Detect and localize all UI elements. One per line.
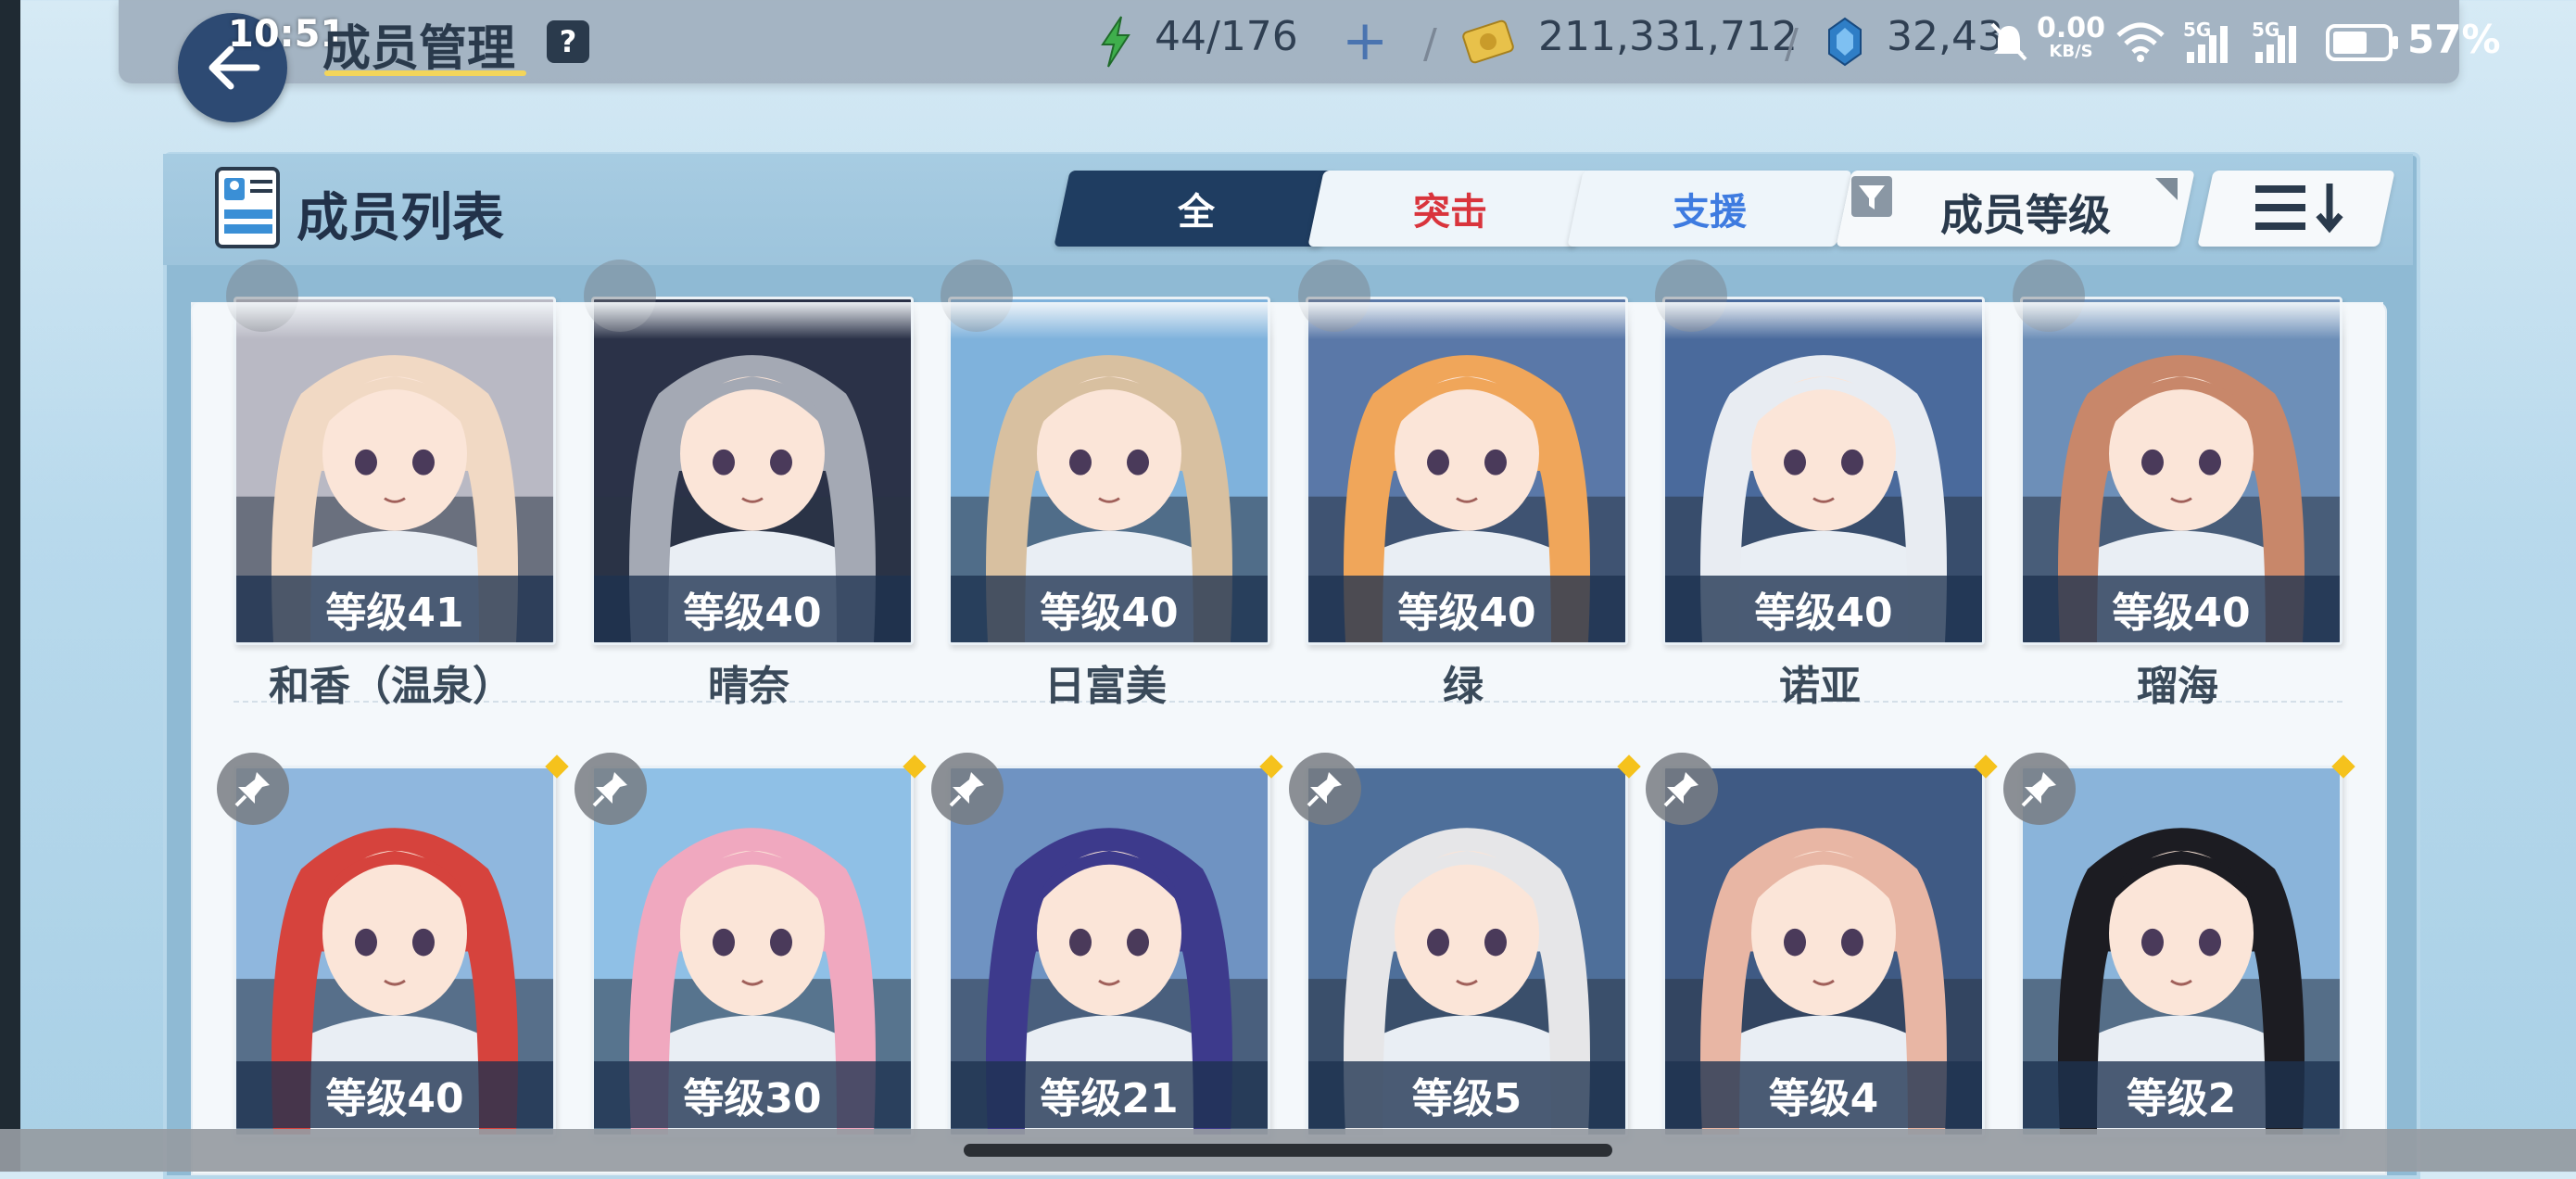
credits-value: 211,331,712: [1538, 13, 1798, 60]
student-name: 晴奈: [708, 663, 789, 710]
tab-striker-label: 突击: [1413, 191, 1487, 234]
student-card[interactable]: 等级2: [2020, 766, 2342, 1137]
student-name: 日富美: [1044, 663, 1167, 710]
credit-card-icon: [1462, 19, 1514, 64]
help-button[interactable]: ?: [547, 20, 589, 63]
student-card[interactable]: 等级40: [591, 297, 914, 645]
level-label: 等级40: [2023, 576, 2340, 642]
battery-icon: [2326, 24, 2398, 61]
student-card[interactable]: 等级41: [234, 297, 556, 645]
sort-label: 成员等级: [1940, 190, 2111, 240]
home-indicator[interactable]: [964, 1144, 1612, 1157]
net-speed-value: 0.00: [2037, 12, 2106, 44]
level-label: 等级5: [1308, 1061, 1625, 1128]
pin-icon[interactable]: [1646, 753, 1718, 825]
net-speed-unit: KB/S: [2049, 42, 2093, 61]
pushpin-icon: [592, 772, 627, 807]
student-card[interactable]: 等级30: [591, 766, 914, 1137]
screen-edge: [0, 0, 20, 1172]
scroll-fade: [191, 302, 2383, 339]
pin-icon[interactable]: [217, 753, 289, 825]
sort-descending-icon: [2255, 184, 2343, 234]
level-label: 等级40: [951, 576, 1268, 642]
tab-striker[interactable]: 突击: [1307, 171, 1593, 247]
mute-bell-icon: [1990, 22, 2027, 61]
net-speed: 0.00 KB/S: [2037, 15, 2105, 61]
tab-special[interactable]: 支援: [1567, 171, 1852, 247]
tab-all[interactable]: 全: [1054, 171, 1339, 247]
student-card[interactable]: 等级40: [1306, 297, 1628, 645]
battery-percent: 57%: [2407, 17, 2501, 62]
wifi-icon: [2116, 22, 2165, 62]
pin-icon[interactable]: [1289, 753, 1361, 825]
student-name: 瑠海: [2137, 663, 2218, 710]
student-name: 绿: [1443, 663, 1484, 710]
student-card-icon: [215, 167, 280, 248]
panel-title: 成员列表: [297, 188, 504, 248]
level-label: 等级4: [1665, 1061, 1982, 1128]
ap-value: 44/176: [1155, 13, 1298, 60]
student-name: 和香（温泉）: [269, 663, 513, 710]
signal-bars-icon: [2187, 26, 2228, 63]
page-title: 成员管理: [322, 21, 516, 77]
pin-icon[interactable]: [931, 753, 1004, 825]
separator: /: [1423, 20, 1437, 68]
student-card[interactable]: 等级4: [1662, 766, 1985, 1137]
level-label: 等级40: [1308, 576, 1625, 642]
pin-icon[interactable]: [575, 753, 647, 825]
signal-bars-icon: [2255, 26, 2296, 63]
separator: /: [1785, 20, 1799, 68]
student-card[interactable]: 等级40: [234, 766, 556, 1137]
student-name: 诺亚: [1779, 663, 1861, 710]
pushpin-icon: [234, 772, 270, 807]
student-card[interactable]: 等级21: [948, 766, 1270, 1137]
student-card[interactable]: 等级40: [2020, 297, 2342, 645]
student-card[interactable]: 等级5: [1306, 766, 1628, 1137]
pyroxene-gem-icon: [1828, 17, 1862, 67]
student-card[interactable]: 等级40: [948, 297, 1270, 645]
pushpin-icon: [2021, 772, 2056, 807]
level-label: 等级41: [236, 576, 553, 642]
student-card[interactable]: 等级40: [1662, 297, 1985, 645]
pin-icon[interactable]: [2003, 753, 2076, 825]
pushpin-icon: [1663, 772, 1698, 807]
filter-icon: [1851, 176, 1892, 217]
tab-special-label: 支援: [1673, 191, 1747, 234]
pushpin-icon: [949, 772, 984, 807]
add-ap-button[interactable]: +: [1342, 13, 1388, 69]
title-underline: [324, 70, 526, 76]
pyroxene-value: 32,43: [1887, 13, 2003, 60]
level-label: 等级21: [951, 1061, 1268, 1128]
level-label: 等级40: [236, 1061, 553, 1128]
level-label: 等级30: [594, 1061, 911, 1128]
level-label: 等级40: [594, 576, 911, 642]
level-label: 等级40: [1665, 576, 1982, 642]
dropdown-corner-icon: [2155, 178, 2178, 200]
ap-lightning-icon: [1101, 16, 1130, 68]
level-label: 等级2: [2023, 1061, 2340, 1128]
tab-all-label: 全: [1178, 191, 1215, 234]
pushpin-icon: [1307, 772, 1342, 807]
